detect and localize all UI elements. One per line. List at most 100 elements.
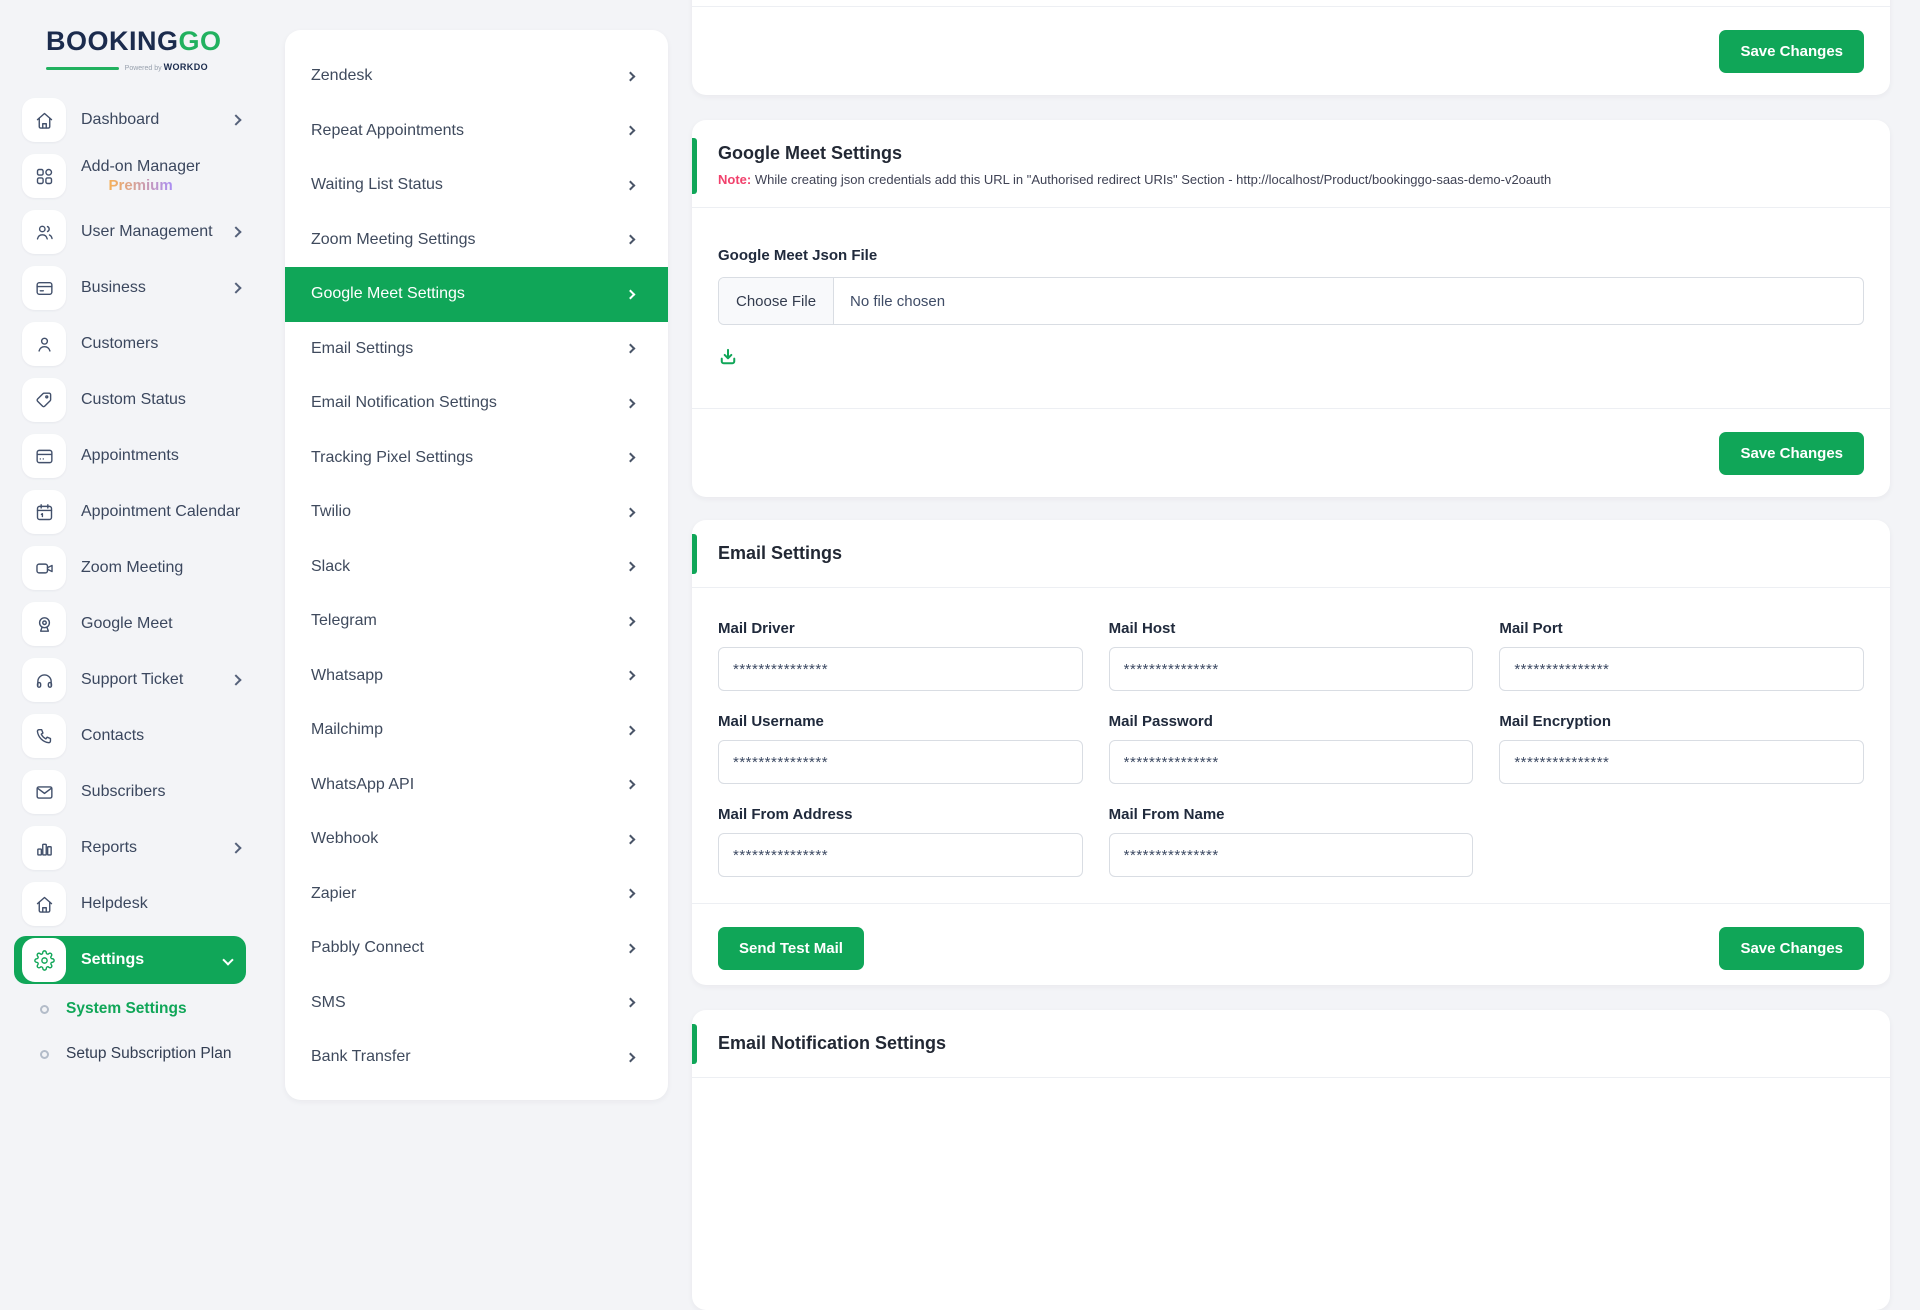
sidebar-subitem-setup-subscription-plan[interactable]: Setup Subscription Plan <box>40 1045 285 1063</box>
chevron-right-icon <box>626 289 636 299</box>
settings-menu-item-twilio[interactable]: Twilio <box>285 485 668 540</box>
settings-menu-item-sms[interactable]: SMS <box>285 976 668 1031</box>
card-header: Google Meet Settings Note: While creatin… <box>692 120 1890 208</box>
mail-host-label: Mail Host <box>1109 620 1474 637</box>
chevron-right-icon <box>626 126 636 136</box>
sidebar-item-add-on-manager[interactable]: Add-on ManagerPremium <box>22 154 240 198</box>
sidebar-item-label: Customers <box>81 335 158 353</box>
mail-from-address-label: Mail From Address <box>718 806 1083 823</box>
sidebar-item-reports[interactable]: Reports <box>22 826 240 870</box>
mail-password-input[interactable] <box>1109 740 1474 784</box>
download-icon[interactable] <box>718 347 738 367</box>
settings-menu-item-slack[interactable]: Slack <box>285 540 668 595</box>
settings-menu-item-whatsapp[interactable]: Whatsapp <box>285 649 668 704</box>
sidebar-item-settings[interactable]: Settings <box>14 936 246 984</box>
settings-menu-item-label: Waiting List Status <box>311 176 443 194</box>
settings-menu-item-email-settings[interactable]: Email Settings <box>285 322 668 377</box>
sidebar-item-appointment-calendar[interactable]: Appointment Calendar <box>22 490 240 534</box>
gear-icon <box>22 938 66 982</box>
mail-port-input[interactable] <box>1499 647 1864 691</box>
calendar-icon <box>22 490 66 534</box>
mail-from-name-input[interactable] <box>1109 833 1474 877</box>
settings-menu-item-whatsapp-api[interactable]: WhatsApp API <box>285 758 668 813</box>
bar-chart-icon <box>22 826 66 870</box>
settings-menu-item-repeat-appointments[interactable]: Repeat Appointments <box>285 104 668 159</box>
app-logo: BOOKINGGO Powered by WORKDO <box>0 0 285 72</box>
sidebar-item-zoom-meeting[interactable]: Zoom Meeting <box>22 546 240 590</box>
sidebar-item-custom-status[interactable]: Custom Status <box>22 378 240 422</box>
sidebar-item-appointments[interactable]: Appointments <box>22 434 240 478</box>
settings-menu-item-zendesk[interactable]: Zendesk <box>285 49 668 104</box>
note-body: While creating json credentials add this… <box>755 172 1551 187</box>
save-changes-button[interactable]: Save Changes <box>1719 927 1864 970</box>
sidebar-item-contacts[interactable]: Contacts <box>22 714 240 758</box>
mail-encryption-input[interactable] <box>1499 740 1864 784</box>
json-file-input[interactable]: Choose File No file chosen <box>718 277 1864 325</box>
choose-file-button[interactable]: Choose File <box>719 278 834 324</box>
settings-menu-item-tracking-pixel-settings[interactable]: Tracking Pixel Settings <box>285 431 668 486</box>
phone-icon <box>22 714 66 758</box>
form-group-mail-from-name: Mail From Name <box>1109 806 1474 877</box>
powered-brand-label: WORKDO <box>164 62 208 72</box>
settings-menu-item-label: Zoom Meeting Settings <box>311 231 476 249</box>
sidebar-item-label: User Management <box>81 223 213 241</box>
save-changes-button[interactable]: Save Changes <box>1719 432 1864 475</box>
sidebar-item-customers[interactable]: Customers <box>22 322 240 366</box>
sidebar-item-subscribers[interactable]: Subscribers <box>22 770 240 814</box>
mail-icon <box>22 770 66 814</box>
chevron-right-icon <box>230 674 241 685</box>
sidebar-item-google-meet[interactable]: Google Meet <box>22 602 240 646</box>
sidebar-subitem-system-settings[interactable]: System Settings <box>40 1000 285 1018</box>
mail-host-input[interactable] <box>1109 647 1474 691</box>
card-header: Email Settings <box>692 520 1890 588</box>
settings-menu-item-webhook[interactable]: Webhook <box>285 812 668 867</box>
send-test-mail-button[interactable]: Send Test Mail <box>718 927 864 970</box>
home-icon <box>22 98 66 142</box>
sidebar-item-label: Google Meet <box>81 615 173 633</box>
card-footer: Send Test Mail Save Changes <box>692 903 1890 992</box>
sidebar-item-business[interactable]: Business <box>22 266 240 310</box>
user-icon <box>22 322 66 366</box>
sidebar-item-label: Zoom Meeting <box>81 559 183 577</box>
header-accent-bar <box>692 138 697 194</box>
settings-menu-item-bank-transfer[interactable]: Bank Transfer <box>285 1030 668 1085</box>
chevron-right-icon <box>626 616 636 626</box>
video-icon <box>22 546 66 590</box>
settings-menu-item-email-notification-settings[interactable]: Email Notification Settings <box>285 376 668 431</box>
chevron-right-icon <box>626 834 636 844</box>
note-text: Note: While creating json credentials ad… <box>718 172 1864 187</box>
note-label: Note: <box>718 172 751 187</box>
settings-menu-item-telegram[interactable]: Telegram <box>285 594 668 649</box>
logo-accent: GO <box>179 26 222 56</box>
powered-by-text: Powered by WORKDO <box>125 62 208 72</box>
header-accent-bar <box>692 534 697 574</box>
sidebar-item-label: Add-on Manager <box>81 158 200 176</box>
sidebar-item-support-ticket[interactable]: Support Ticket <box>22 658 240 702</box>
sidebar-item-label: Reports <box>81 839 137 857</box>
header-accent-bar <box>692 1024 697 1064</box>
sidebar-item-user-management[interactable]: User Management <box>22 210 240 254</box>
settings-menu-item-pabbly-connect[interactable]: Pabbly Connect <box>285 921 668 976</box>
sidebar-item-dashboard[interactable]: Dashboard <box>22 98 240 142</box>
card-title: Google Meet Settings <box>718 143 1864 164</box>
chevron-right-icon <box>626 943 636 953</box>
settings-menu-item-label: Google Meet Settings <box>311 285 465 303</box>
form-group-mail-host: Mail Host <box>1109 620 1474 691</box>
sidebar-item-helpdesk[interactable]: Helpdesk <box>22 882 240 926</box>
sidebar-nav: Dashboard Add-on ManagerPremium User Manag… <box>0 98 285 982</box>
mail-from-address-input[interactable] <box>718 833 1083 877</box>
save-changes-button[interactable]: Save Changes <box>1719 30 1864 73</box>
settings-menu-item-mailchimp[interactable]: Mailchimp <box>285 703 668 758</box>
mail-username-input[interactable] <box>718 740 1083 784</box>
main-content: Save Changes Google Meet Settings Note: … <box>692 0 1890 1080</box>
chevron-right-icon <box>230 226 241 237</box>
mail-driver-input[interactable] <box>718 647 1083 691</box>
settings-menu-item-zapier[interactable]: Zapier <box>285 867 668 922</box>
headphones-icon <box>22 658 66 702</box>
form-group-mail-username: Mail Username <box>718 713 1083 784</box>
card-title: Email Settings <box>718 543 1864 564</box>
settings-menu-item-zoom-meeting-settings[interactable]: Zoom Meeting Settings <box>285 213 668 268</box>
premium-badge: Premium <box>108 177 172 194</box>
settings-menu-item-google-meet-settings[interactable]: Google Meet Settings <box>285 267 668 322</box>
settings-menu-item-waiting-list-status[interactable]: Waiting List Status <box>285 158 668 213</box>
